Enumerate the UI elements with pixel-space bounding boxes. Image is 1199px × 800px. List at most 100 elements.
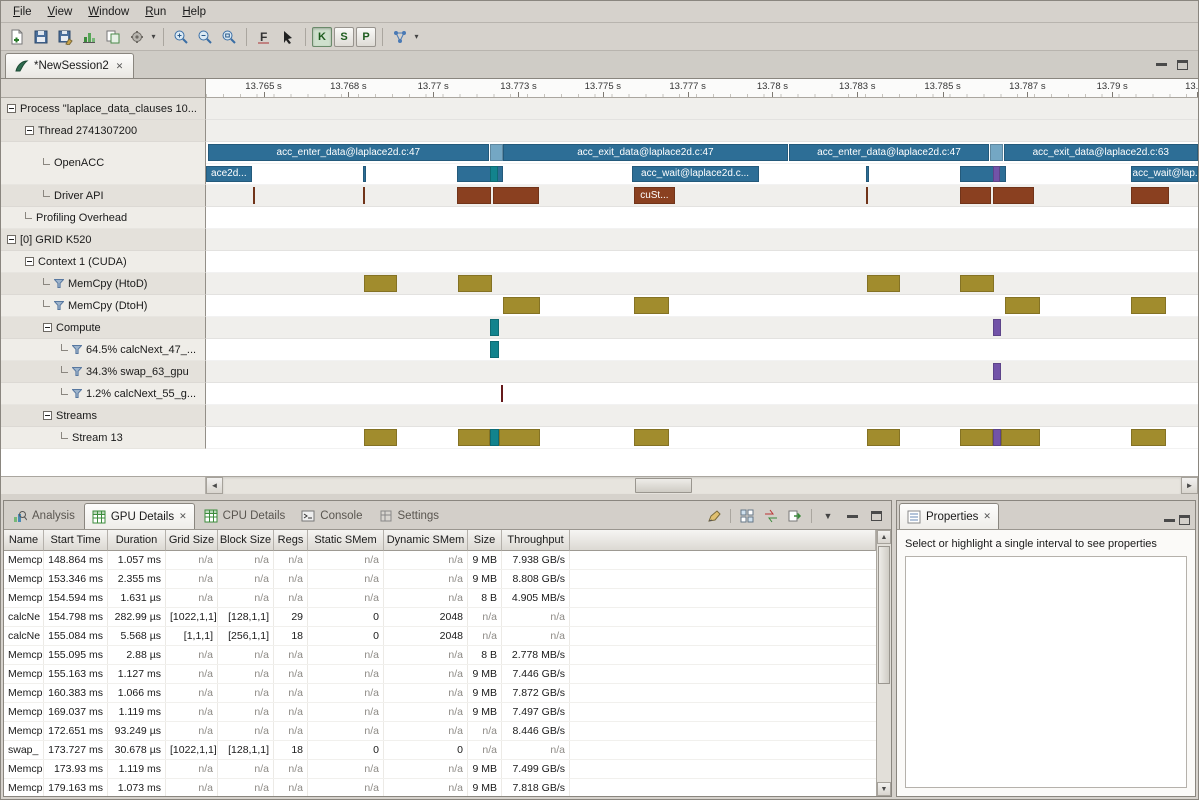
interval-bar[interactable] — [634, 429, 670, 446]
interval-bar[interactable] — [457, 187, 491, 204]
timeline-lane[interactable]: cuSt... — [206, 185, 1198, 207]
interval-bar[interactable] — [993, 166, 1000, 183]
timeline-ruler[interactable]: 13.765 s13.768 s13.77 s13.773 s13.775 s1… — [206, 79, 1198, 98]
interval-bar[interactable] — [490, 144, 503, 161]
column-header-throughput[interactable]: Throughput — [502, 530, 570, 551]
timeline-lane[interactable] — [206, 98, 1198, 120]
interval-bar[interactable] — [503, 297, 541, 314]
row-label-kernel-calcnext55[interactable]: 1.2% calcNext_55_g... — [1, 383, 206, 405]
interval-bar[interactable]: acc_wait@lap... — [1131, 166, 1198, 183]
table-row[interactable]: Memcp160.383 ms1.066 msn/an/an/an/an/a9 … — [4, 684, 876, 703]
table-row[interactable]: Memcp172.651 ms93.249 µsn/an/an/an/an/an… — [4, 722, 876, 741]
timeline-lane[interactable] — [206, 207, 1198, 229]
table-row[interactable]: calcNe155.084 ms5.568 µs[1,1,1][256,1,1]… — [4, 627, 876, 646]
table-row[interactable]: calcNe154.798 ms282.99 µs[1022,1,1][128,… — [4, 608, 876, 627]
interval-bar[interactable]: acc_enter_data@laplace2d.c:47 — [789, 144, 988, 161]
interval-bar[interactable] — [993, 319, 1001, 336]
interval-bar[interactable] — [634, 297, 670, 314]
timeline-lane[interactable] — [206, 427, 1198, 449]
row-label-grid-k520[interactable]: [0] GRID K520 — [1, 229, 206, 251]
table-row[interactable]: swap_173.727 ms30.678 µs[1022,1,1][128,1… — [4, 741, 876, 760]
interval-bar[interactable] — [960, 429, 993, 446]
interval-bar[interactable] — [1001, 429, 1041, 446]
view-menu-icon[interactable]: ▼ — [818, 507, 838, 525]
stream-toggle-button[interactable]: S — [334, 27, 354, 47]
row-label-context-1[interactable]: Context 1 (CUDA) — [1, 251, 206, 273]
table-row[interactable]: Memcp169.037 ms1.119 msn/an/an/an/an/a9 … — [4, 703, 876, 722]
interval-bar[interactable] — [1005, 297, 1041, 314]
menu-help[interactable]: Help — [174, 4, 214, 20]
close-icon[interactable]: ✕ — [114, 60, 126, 73]
new-session-button[interactable] — [5, 25, 29, 49]
timeline-lane[interactable] — [206, 229, 1198, 251]
menu-run[interactable]: Run — [137, 4, 174, 20]
interval-bar[interactable] — [490, 319, 499, 336]
dropdown-arrow-icon[interactable]: ▾ — [149, 32, 158, 41]
interval-bar[interactable] — [1131, 297, 1167, 314]
interval-bar[interactable] — [363, 166, 366, 183]
row-label-memcpy-htod[interactable]: MemCpy (HtoD) — [1, 273, 206, 295]
row-label-memcpy-dtoh[interactable]: MemCpy (DtoH) — [1, 295, 206, 317]
row-label-kernel-calcnext47[interactable]: 64.5% calcNext_47_... — [1, 339, 206, 361]
refresh-icon[interactable] — [761, 507, 781, 525]
minimize-icon[interactable] — [1164, 519, 1175, 522]
collapse-toggle-icon[interactable] — [43, 323, 52, 332]
interval-bar[interactable] — [993, 429, 1001, 446]
timeline-lane[interactable] — [206, 339, 1198, 361]
table-row[interactable]: Memcp148.864 ms1.057 msn/an/an/an/an/a9 … — [4, 551, 876, 570]
column-header-block-size[interactable]: Block Size — [218, 530, 274, 551]
column-header-start-time[interactable]: Start Time — [44, 530, 108, 551]
maximize-icon[interactable] — [1177, 60, 1188, 70]
table-row[interactable]: Memcp155.095 ms2.88 µsn/an/an/an/an/a8 B… — [4, 646, 876, 665]
interval-bar[interactable]: ace2d... — [206, 166, 252, 183]
menu-view[interactable]: View — [40, 4, 81, 20]
maximize-icon[interactable] — [1179, 515, 1190, 525]
row-label-kernel-swap63[interactable]: 34.3% swap_63_gpu — [1, 361, 206, 383]
table-row[interactable]: Memcp173.93 ms1.119 msn/an/an/an/an/a9 M… — [4, 760, 876, 779]
save-button[interactable] — [29, 25, 53, 49]
timeline-lane[interactable] — [206, 317, 1198, 339]
process-toggle-button[interactable]: P — [356, 27, 376, 47]
tab-properties[interactable]: Properties ✕ — [899, 503, 999, 529]
details-vscrollbar[interactable]: ▲ ▼ — [876, 530, 891, 796]
interval-bar[interactable] — [501, 385, 503, 402]
save-all-button[interactable] — [53, 25, 77, 49]
timeline-lane[interactable] — [206, 273, 1198, 295]
tab-console[interactable]: Console — [294, 503, 369, 529]
timeline-lane[interactable] — [206, 295, 1198, 317]
interval-bar[interactable] — [364, 275, 398, 292]
edit-filter-icon[interactable] — [704, 507, 724, 525]
row-label-driver-api[interactable]: Driver API — [1, 185, 206, 207]
close-icon[interactable]: ✕ — [179, 511, 187, 522]
table-row[interactable]: Memcp155.163 ms1.127 msn/an/an/an/an/a9 … — [4, 665, 876, 684]
collapse-toggle-icon[interactable] — [25, 126, 34, 135]
interval-bar[interactable]: acc_enter_data@laplace2d.c:47 — [208, 144, 489, 161]
scroll-right-icon[interactable]: ► — [1181, 477, 1198, 494]
interval-bar[interactable] — [990, 144, 1003, 161]
column-header-grid-size[interactable]: Grid Size — [166, 530, 218, 551]
tab-gpu-details[interactable]: GPU Details✕ — [84, 503, 195, 529]
row-label-streams[interactable]: Streams — [1, 405, 206, 427]
column-header-size[interactable]: Size — [468, 530, 502, 551]
timeline-lane[interactable] — [206, 251, 1198, 273]
session-tab[interactable]: *NewSession2 ✕ — [5, 53, 134, 78]
zoom-out-button[interactable] — [193, 25, 217, 49]
interval-bar[interactable] — [993, 187, 1035, 204]
menu-window[interactable]: Window — [80, 4, 137, 20]
scroll-up-icon[interactable]: ▲ — [877, 530, 891, 544]
tab-analysis[interactable]: Analysis — [6, 503, 82, 529]
compare-button[interactable] — [101, 25, 125, 49]
vscroll-thumb[interactable] — [878, 546, 890, 684]
row-label-thread[interactable]: Thread 2741307200 — [1, 120, 206, 142]
scroll-down-icon[interactable]: ▼ — [877, 782, 891, 796]
zoom-fit-button[interactable] — [217, 25, 241, 49]
timeline-lane[interactable] — [206, 405, 1198, 427]
collapse-toggle-icon[interactable] — [7, 235, 16, 244]
collapse-toggle-icon[interactable] — [43, 411, 52, 420]
vscroll-track[interactable] — [877, 544, 891, 782]
interval-bar[interactable]: acc_wait@laplace2d.c... — [632, 166, 759, 183]
scroll-left-icon[interactable]: ◄ — [206, 477, 223, 494]
kernel-toggle-button[interactable]: K — [312, 27, 332, 47]
table-row[interactable]: Memcp154.594 ms1.631 µsn/an/an/an/an/a8 … — [4, 589, 876, 608]
row-label-stream-13[interactable]: Stream 13 — [1, 427, 206, 449]
